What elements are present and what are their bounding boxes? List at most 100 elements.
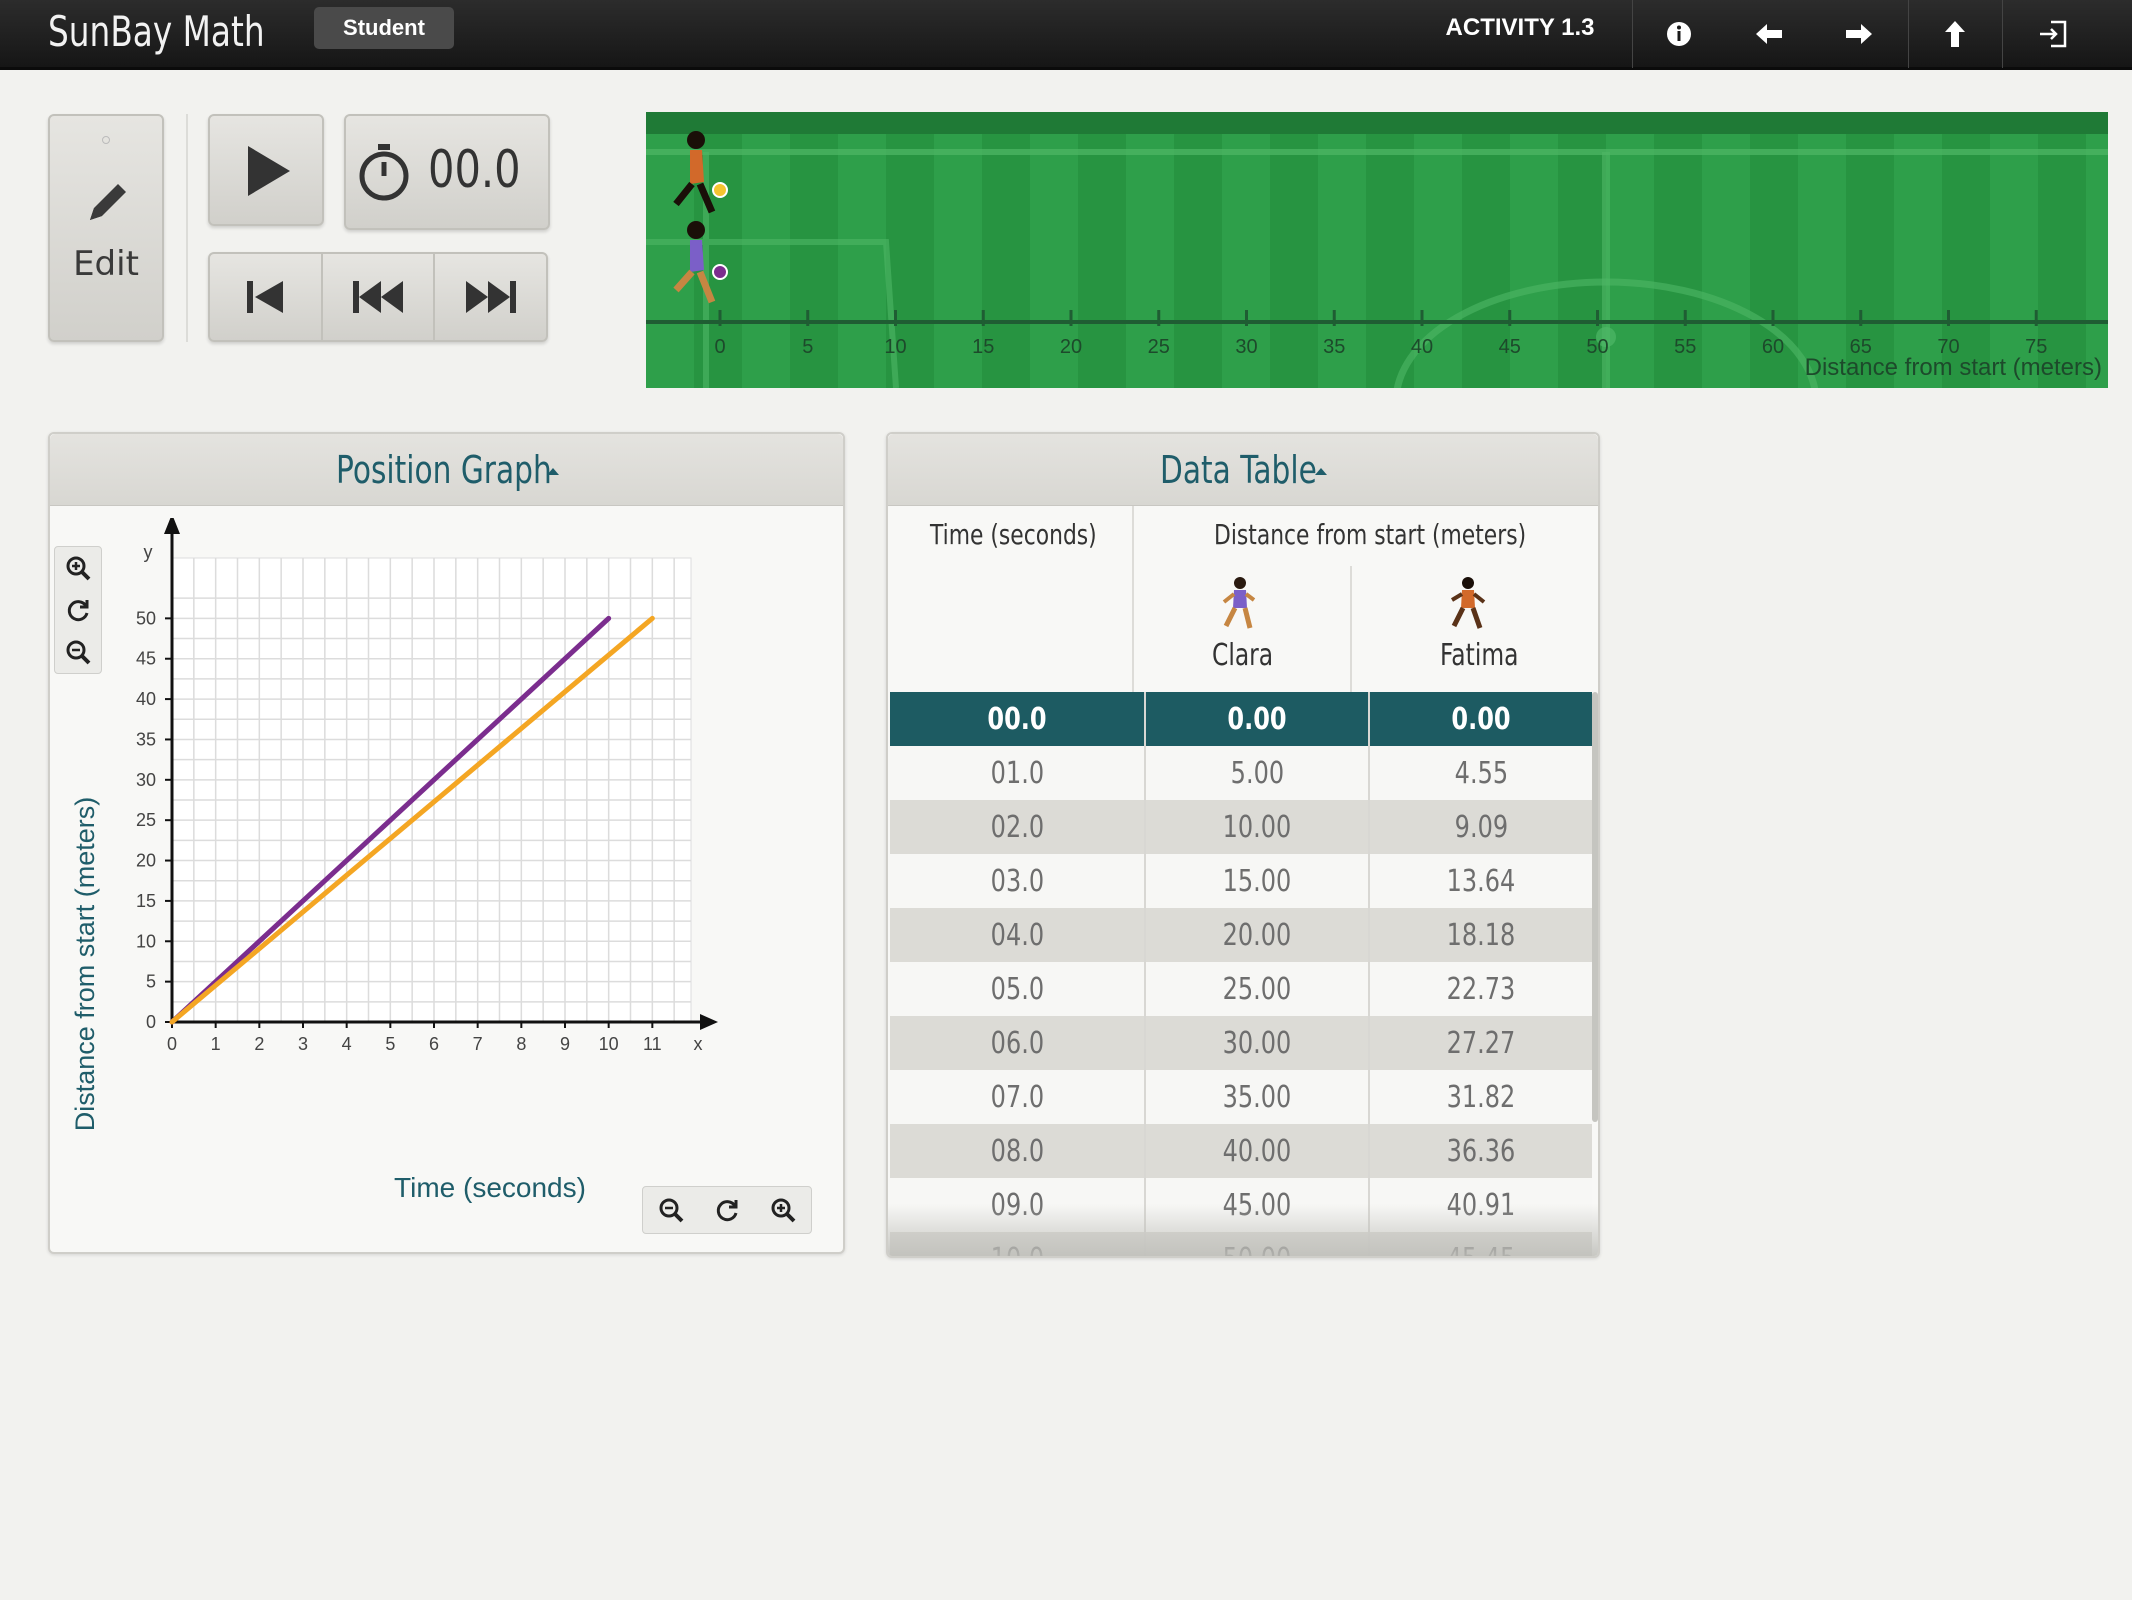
- fatima-distance-cell: 13.64: [1446, 863, 1516, 899]
- back-button[interactable]: [1724, 0, 1814, 68]
- x-tick-label: 11: [643, 1034, 662, 1054]
- clara-distance-cell: 25.00: [1146, 962, 1370, 1016]
- fatima-distance-cell: 36.36: [1446, 1133, 1516, 1169]
- collapse-caret-icon[interactable]: [546, 466, 560, 476]
- field-graphic: [646, 112, 2108, 388]
- table-row[interactable]: 03.0 15.00 13.64: [890, 854, 1592, 908]
- x-tick-label: 10: [599, 1034, 619, 1054]
- skip-to-start-icon: [247, 281, 284, 313]
- fatima-column-header: Fatima: [1440, 638, 1519, 673]
- field-tick-label: 10: [884, 336, 907, 358]
- field-tick-label: 65: [1849, 336, 1872, 358]
- position-graph-panel: Position Graph Distance from start (mete…: [48, 432, 845, 1254]
- table-row[interactable]: 02.0 10.00 9.09: [890, 800, 1592, 854]
- field-tick-label: 70: [1937, 336, 1960, 358]
- clara-avatar-icon: [1222, 577, 1256, 629]
- clara-distance-cell: 15.00: [1146, 854, 1370, 908]
- info-button[interactable]: [1634, 0, 1724, 68]
- field-tick-label: 20: [1059, 336, 1083, 358]
- field-tick-label: 40: [1410, 336, 1434, 358]
- x-reset-zoom-button[interactable]: [699, 1187, 755, 1233]
- toolbar-divider: [2002, 0, 2003, 68]
- time-cell: 02.0: [890, 800, 1146, 854]
- position-chart[interactable]: 0 1 2 3 4 5 6 7 8 9 10 11 x05101520253035404550y: [106, 518, 826, 1098]
- field-tick-label: 60: [1761, 336, 1785, 358]
- x-tick-label: 6: [429, 1034, 439, 1054]
- field-tick-label: 0: [714, 336, 726, 358]
- y-tick-label: 45: [136, 649, 156, 669]
- edit-button[interactable]: Edit: [48, 114, 164, 342]
- y-zoom-out-button[interactable]: [55, 631, 101, 673]
- position-graph-title: Position Graph: [336, 448, 552, 492]
- y-axis-arrow: [164, 518, 180, 534]
- field-tick-label: 50: [1586, 336, 1609, 358]
- x-tick-label: 5: [385, 1034, 395, 1054]
- y-tick-label: 5: [146, 972, 156, 992]
- step-back-button[interactable]: [323, 254, 436, 340]
- time-cell: 04.0: [890, 908, 1146, 962]
- y-reset-zoom-button[interactable]: [55, 589, 101, 631]
- x-axis-letter: x: [694, 1034, 703, 1054]
- clara-column-header: Clara: [1212, 638, 1274, 673]
- x-zoom-controls: [642, 1186, 812, 1234]
- timer-display: 00.0: [344, 114, 550, 230]
- x-tick-label: 7: [473, 1034, 483, 1054]
- table-row[interactable]: 04.0 20.00 18.18: [890, 908, 1592, 962]
- x-tick-label: 1: [211, 1034, 221, 1054]
- table-fade-overlay: [888, 1204, 1598, 1256]
- clara-distance-cell: 0.00: [1146, 692, 1370, 746]
- collapse-caret-icon[interactable]: [1314, 466, 1328, 476]
- arrow-right-icon: [1846, 24, 1872, 44]
- zoom-out-icon: [659, 1198, 684, 1223]
- refresh-icon: [716, 1200, 738, 1222]
- table-row[interactable]: 07.0 35.00 31.82: [890, 1070, 1592, 1124]
- position-graph-header[interactable]: Position Graph: [50, 434, 843, 506]
- y-tick-label: 50: [136, 608, 156, 628]
- x-tick-label: 2: [254, 1034, 264, 1054]
- fatima-distance-cell: 18.18: [1446, 917, 1516, 953]
- time-cell: 01.0: [890, 746, 1146, 800]
- y-tick-label: 20: [136, 851, 156, 871]
- y-tick-label: 30: [136, 770, 156, 790]
- x-zoom-out-button[interactable]: [643, 1187, 699, 1233]
- column-divider: [1350, 566, 1352, 692]
- field-tick-label: 30: [1235, 336, 1258, 358]
- fatima-distance-cell: 9.09: [1454, 809, 1508, 845]
- data-table-header[interactable]: Data Table: [888, 434, 1598, 506]
- x-tick-label: 0: [167, 1034, 177, 1054]
- table-row[interactable]: 00.0 0.00 0.00: [890, 692, 1592, 746]
- fatima-avatar-icon: [1450, 577, 1486, 629]
- table-column-headers: Time (seconds) Distance from start (mete…: [888, 506, 1598, 692]
- race-field: Distance from start (meters) 0 5 10 15 20 25 3…: [646, 112, 2108, 388]
- y-tick-label: 35: [136, 729, 156, 749]
- role-badge[interactable]: Student: [314, 7, 454, 49]
- play-button[interactable]: [208, 114, 324, 226]
- table-scrollbar[interactable]: [1592, 692, 1598, 1122]
- fatima-distance-cell: 31.82: [1446, 1079, 1516, 1115]
- clara-distance-cell: 30.00: [1146, 1016, 1370, 1070]
- top-bar: SunBay Math Student ACTIVITY 1.3: [0, 0, 2132, 70]
- forward-button[interactable]: [1814, 0, 1904, 68]
- table-body[interactable]: 00.0 0.00 0.00 01.0 5.00 4.55 02.0 10.00 9.09 03.…: [890, 692, 1592, 1256]
- rewind-icon: [353, 281, 403, 313]
- table-row[interactable]: 01.0 5.00 4.55: [890, 746, 1592, 800]
- time-cell: 06.0: [890, 1016, 1146, 1070]
- time-cell: 05.0: [890, 962, 1146, 1016]
- table-row[interactable]: 08.0 40.00 36.36: [890, 1124, 1592, 1178]
- y-zoom-controls: [54, 546, 102, 674]
- table-row[interactable]: 05.0 25.00 22.73: [890, 962, 1592, 1016]
- reset-button[interactable]: [210, 254, 323, 340]
- up-button[interactable]: [1910, 0, 2000, 68]
- field-tick-label: 45: [1498, 336, 1521, 358]
- play-icon: [248, 146, 290, 196]
- playback-nav-group: [208, 252, 548, 342]
- y-zoom-in-button[interactable]: [55, 547, 101, 589]
- x-axis-title: Time (seconds): [394, 1172, 586, 1203]
- arrow-left-icon: [1756, 24, 1782, 44]
- field-tick-label: 55: [1674, 336, 1697, 358]
- exit-button[interactable]: [2008, 0, 2098, 68]
- toolbar-divider: [1632, 0, 1633, 68]
- table-row[interactable]: 06.0 30.00 27.27: [890, 1016, 1592, 1070]
- step-forward-button[interactable]: [435, 254, 546, 340]
- x-zoom-in-button[interactable]: [755, 1187, 811, 1233]
